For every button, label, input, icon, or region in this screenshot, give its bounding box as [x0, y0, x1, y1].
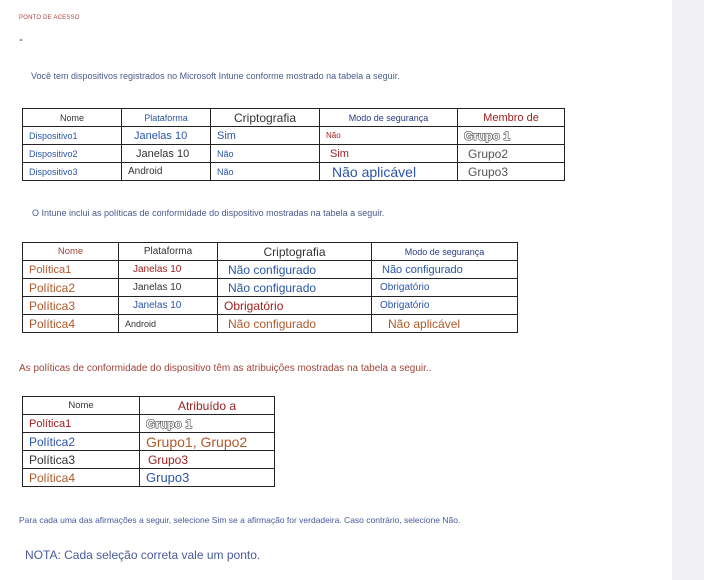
cell-assigned-to: Grupo 1 — [139, 414, 275, 433]
cell-device-name: Dispositivo3 — [22, 162, 122, 181]
cell-device-name: Dispositivo1 — [22, 126, 122, 145]
cell-platform: Janelas 10 — [118, 278, 218, 297]
table-row: Política3 Grupo3 — [22, 450, 275, 469]
table-header-row: Nome Plataforma Criptografia Modo de seg… — [22, 108, 565, 127]
col-header-modo-seguranca: Modo de segurança — [319, 108, 458, 127]
policies-table: Nome Plataforma Criptografia Modo de seg… — [22, 242, 518, 333]
cell-security-mode: Obrigatório — [371, 296, 518, 315]
cell-security-mode: Não aplicável — [371, 314, 518, 333]
cell-encryption: Não configurado — [217, 278, 372, 297]
cell-security-mode: Obrigatório — [371, 278, 518, 297]
cell-security-mode: Não configurado — [371, 260, 518, 279]
devices-table: Nome Plataforma Criptografia Modo de seg… — [22, 108, 565, 181]
cell-platform: Janelas 10 — [121, 144, 211, 163]
cell-member-of: Grupo3 — [457, 162, 565, 181]
cell-policy-name: Política1 — [22, 414, 140, 433]
table-row: Dispositivo2 Janelas 10 Não Sim Grupo2 — [22, 144, 565, 163]
cell-policy-name: Política2 — [22, 278, 119, 297]
table-row: Política4 Grupo3 — [22, 468, 275, 487]
col-header-criptografia: Criptografia — [217, 242, 372, 261]
cell-member-of: Grupo 1 — [457, 126, 565, 145]
policies-intro-text: O Intune inclui as políticas de conformi… — [32, 208, 385, 218]
cell-encryption: Não configurado — [217, 260, 372, 279]
col-header-membro-de: Membro de — [457, 108, 565, 127]
table-row: Dispositivo3 Android Não Não aplicável G… — [22, 162, 565, 181]
cell-security-mode: Não aplicável — [319, 162, 458, 181]
table-header-row: Nome Atribuído a — [22, 396, 275, 415]
hotspot-label: PONTO DE ACESSO — [19, 15, 80, 21]
cell-platform: Android — [118, 314, 218, 333]
cell-member-of: Grupo2 — [457, 144, 565, 163]
cell-platform: Janelas 10 — [121, 126, 211, 145]
col-header-criptografia: Criptografia — [210, 108, 320, 127]
instruction-text: Para cada uma das afirmações a seguir, s… — [19, 515, 461, 525]
assignments-intro-text: As políticas de conformidade do disposit… — [19, 363, 432, 374]
table-row: Política1 Janelas 10 Não configurado Não… — [22, 260, 518, 279]
col-header-plataforma: Plataforma — [121, 108, 211, 127]
cell-policy-name: Política3 — [22, 450, 140, 469]
cell-policy-name: Política1 — [22, 260, 119, 279]
dash-marker: - — [19, 32, 23, 46]
right-scroll-gutter — [672, 0, 704, 580]
cell-platform: Android — [121, 162, 211, 181]
cell-assigned-to: Grupo3 — [139, 450, 275, 469]
table-row: Política4 Android Não configurado Não ap… — [22, 314, 518, 333]
cell-encryption: Obrigatório — [217, 296, 372, 315]
cell-policy-name: Política4 — [22, 314, 119, 333]
cell-security-mode: Não — [319, 126, 458, 145]
cell-assigned-to: Grupo1, Grupo2 — [139, 432, 275, 451]
table-header-row: Nome Plataforma Criptografia Modo de seg… — [22, 242, 518, 261]
cell-policy-name: Política2 — [22, 432, 140, 451]
table-row: Política1 Grupo 1 — [22, 414, 275, 433]
note-text: NOTA: Cada seleção correta vale um ponto… — [25, 548, 261, 562]
col-header-nome: Nome — [22, 108, 122, 127]
col-header-atribuido-a: Atribuído a — [139, 396, 275, 415]
cell-platform: Janelas 10 — [118, 296, 218, 315]
cell-encryption: Não — [210, 144, 320, 163]
devices-intro-text: Você tem dispositivos registrados no Mic… — [31, 71, 400, 81]
cell-encryption: Não configurado — [217, 314, 372, 333]
col-header-plataforma: Plataforma — [118, 242, 218, 261]
col-header-modo-seguranca: Modo de segurança — [371, 242, 518, 261]
cell-encryption: Sim — [210, 126, 320, 145]
cell-security-mode: Sim — [319, 144, 458, 163]
table-row: Política2 Janelas 10 Não configurado Obr… — [22, 278, 518, 297]
cell-device-name: Dispositivo2 — [22, 144, 122, 163]
cell-assigned-to: Grupo3 — [139, 468, 275, 487]
col-header-nome: Nome — [22, 396, 140, 415]
cell-platform: Janelas 10 — [118, 260, 218, 279]
table-row: Política3 Janelas 10 Obrigatório Obrigat… — [22, 296, 518, 315]
cell-policy-name: Política4 — [22, 468, 140, 487]
assignments-table: Nome Atribuído a Política1 Grupo 1 Polít… — [22, 396, 275, 487]
cell-encryption: Não — [210, 162, 320, 181]
table-row: Dispositivo1 Janelas 10 Sim Não Grupo 1 — [22, 126, 565, 145]
cell-policy-name: Política3 — [22, 296, 119, 315]
col-header-nome: Nome — [22, 242, 119, 261]
table-row: Política2 Grupo1, Grupo2 — [22, 432, 275, 451]
